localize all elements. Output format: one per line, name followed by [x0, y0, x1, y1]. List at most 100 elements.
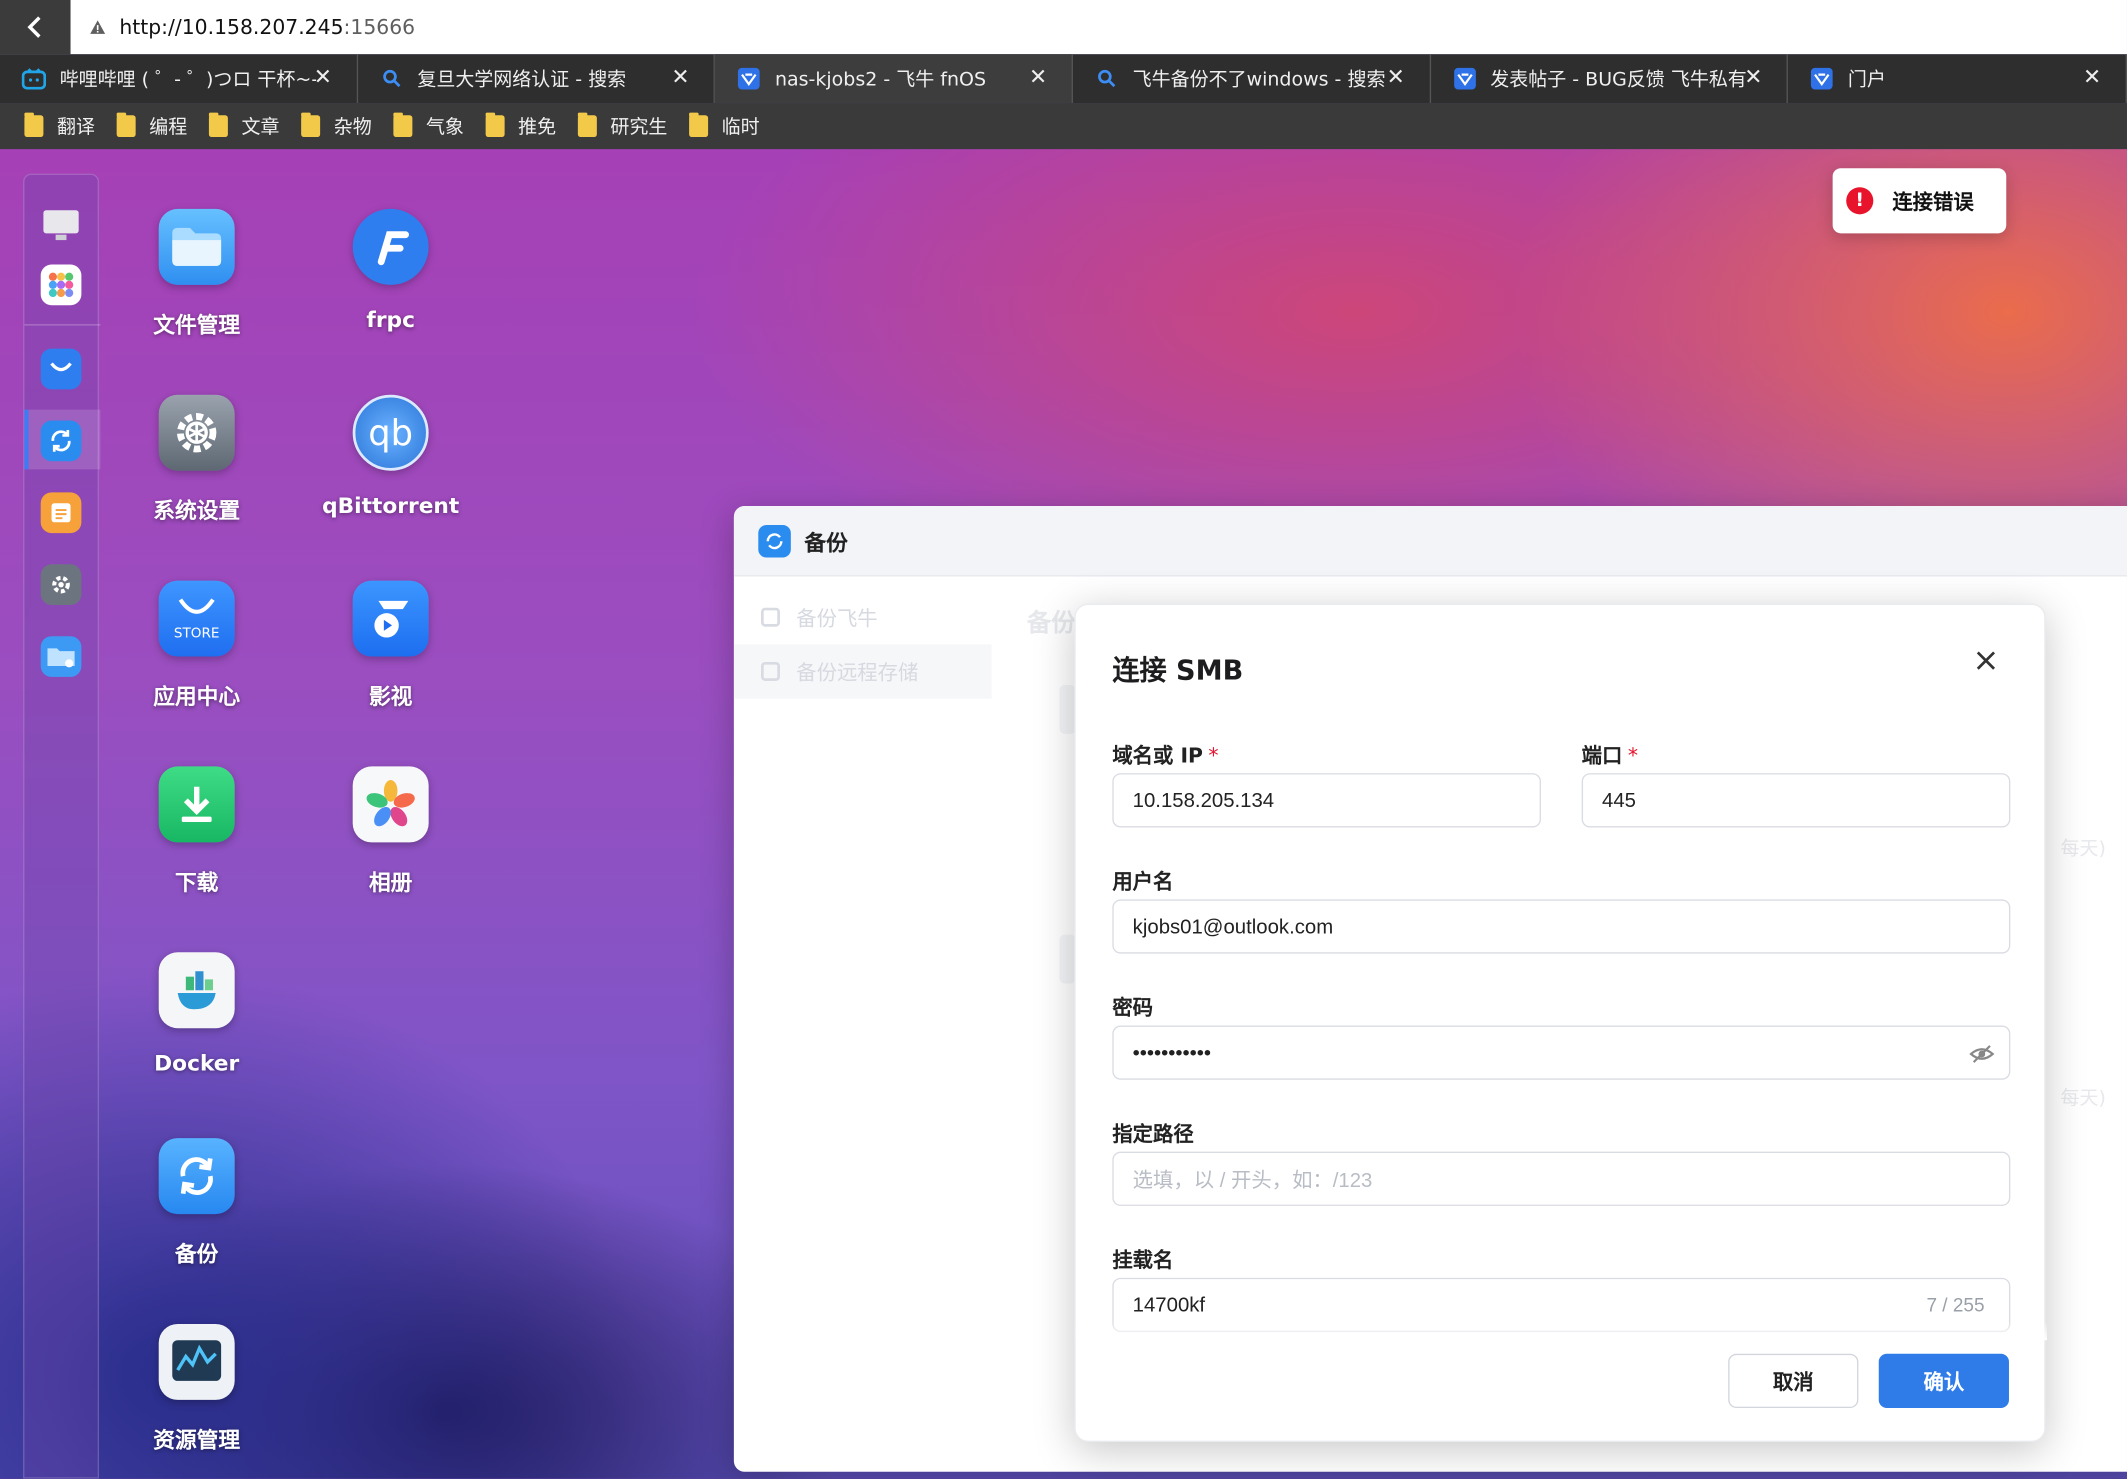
- required-mark: *: [1627, 743, 1638, 768]
- url-field[interactable]: http://10.158.207.245:15666: [119, 15, 415, 39]
- app-video[interactable]: 影视: [309, 580, 472, 711]
- tab-portal[interactable]: 门户 ✕: [1788, 54, 2127, 104]
- dock-notes-icon[interactable]: [40, 492, 82, 534]
- bookmark-folder[interactable]: 气象: [393, 112, 464, 140]
- tab-fnos[interactable]: nas-kjobs2 - 飞牛 fnOS ✕: [715, 54, 1073, 104]
- tab-backup-search[interactable]: 飞牛备份不了windows - 搜索 ✕: [1073, 54, 1431, 104]
- url-host: http://10.158.207.245: [119, 14, 344, 40]
- error-icon: !: [1846, 187, 1874, 215]
- bookmark-label: 编程: [149, 116, 188, 139]
- app-label: qBittorrent: [322, 492, 460, 519]
- folder-icon: [116, 112, 136, 138]
- tab-bilibili[interactable]: 哔哩哔哩 ( ゜- ゜)つロ 干杯~-b ✕: [0, 54, 358, 104]
- app-label: 相册: [368, 869, 413, 896]
- bookmark-folder[interactable]: 编程: [116, 112, 188, 140]
- bookmark-folder[interactable]: 杂物: [301, 112, 372, 140]
- path-input[interactable]: 选填，以 / 开头，如：/123: [1112, 1151, 2011, 1206]
- host-input[interactable]: 10.158.205.134: [1112, 773, 1541, 828]
- eye-off-icon[interactable]: [1968, 1040, 1995, 1067]
- password-input[interactable]: •••••••••••: [1112, 1025, 2011, 1080]
- path-label: 指定路径: [1112, 1121, 1194, 1147]
- bookmark-folder[interactable]: 文章: [208, 112, 279, 140]
- close-tab-icon[interactable]: ✕: [1744, 64, 1762, 89]
- close-tab-icon[interactable]: ✕: [1387, 64, 1405, 89]
- dock-backup-icon[interactable]: [40, 420, 82, 462]
- bookmark-label: 气象: [425, 116, 464, 139]
- content-placeholder: [1059, 934, 1076, 984]
- content-heading: 备份: [1026, 609, 1076, 638]
- bookmark-folder[interactable]: 研究生: [577, 112, 667, 140]
- gear-icon: [158, 394, 235, 471]
- dock-file-manager-icon[interactable]: [40, 636, 82, 677]
- fnos-icon: [737, 66, 761, 90]
- app-resource-monitor[interactable]: 资源管理: [115, 1323, 278, 1454]
- schedule-text: 每天): [2060, 838, 2106, 861]
- tab-title: 哔哩哔哩 ( ゜- ゜)つロ 干杯~-b: [59, 69, 316, 91]
- app-qbittorrent[interactable]: qb qBittorrent: [309, 394, 472, 519]
- bookmark-label: 翻译: [56, 116, 95, 139]
- app-docker[interactable]: Docker: [115, 952, 278, 1076]
- bookmark-folder[interactable]: 推免: [485, 112, 556, 140]
- app-system-settings[interactable]: 系统设置: [115, 394, 278, 525]
- svg-text:qb: qb: [368, 413, 413, 454]
- qbittorrent-icon: qb: [352, 394, 429, 471]
- app-label: 文件管理: [153, 311, 241, 338]
- bookmark-folder[interactable]: 临时: [689, 112, 760, 140]
- path-placeholder: 选填，以 / 开头，如：/123: [1132, 1168, 1373, 1192]
- tab-bug-report[interactable]: 发表帖子 - BUG反馈 飞牛私有 ✕: [1431, 54, 1789, 104]
- bilibili-icon: [21, 66, 47, 90]
- app-label: 系统设置: [153, 497, 241, 524]
- app-frpc[interactable]: frpc: [309, 208, 472, 333]
- sidebar-item-label: 备份飞牛: [796, 605, 878, 631]
- sidebar-item-backup-remote[interactable]: 备份远程存储: [733, 644, 992, 699]
- sidebar-item-backup-fnos[interactable]: 备份飞牛: [734, 590, 992, 644]
- app-file-manager[interactable]: 文件管理: [115, 208, 278, 339]
- app-backup[interactable]: 备份: [115, 1138, 278, 1268]
- cancel-button[interactable]: 取消: [1728, 1353, 1859, 1409]
- password-label: 密码: [1112, 995, 1154, 1021]
- folder-icon: [485, 112, 505, 138]
- app-photos[interactable]: 相册: [309, 766, 472, 896]
- tab-fudan-search[interactable]: 复旦大学网络认证 - 搜索 ✕: [358, 54, 716, 104]
- app-download[interactable]: 下载: [115, 766, 278, 896]
- dock-desktop-icon[interactable]: [41, 205, 82, 246]
- dock-separator: [24, 324, 101, 326]
- username-input[interactable]: kjobs01@outlook.com: [1112, 899, 2011, 954]
- not-secure-icon: [90, 20, 106, 34]
- window-sidebar: 备份飞牛 备份远程存储: [733, 577, 992, 1472]
- back-button[interactable]: [0, 0, 71, 55]
- dialog-title: 连接 SMB: [1112, 653, 1244, 687]
- folder-icon: [208, 112, 228, 138]
- port-input[interactable]: 445: [1581, 773, 2011, 828]
- dock-apps-grid-icon[interactable]: [40, 264, 82, 306]
- app-label: 影视: [368, 683, 413, 710]
- username-label: 用户名: [1112, 869, 1174, 894]
- bookmark-folder[interactable]: 翻译: [24, 112, 95, 140]
- tab-strip: 哔哩哔哩 ( ゜- ゜)つロ 干杯~-b ✕ 复旦大学网络认证 - 搜索 ✕ n…: [0, 54, 2127, 104]
- docker-icon: [158, 952, 235, 1029]
- window-header[interactable]: 备份: [733, 505, 2127, 577]
- app-label: 应用中心: [153, 683, 241, 710]
- bookmarks-bar: 翻译 编程 文章 杂物 气象 推免 研究生 临时: [0, 103, 2127, 150]
- app-store[interactable]: STORE 应用中心: [115, 580, 278, 711]
- folder-icon: [393, 112, 413, 138]
- close-tab-icon[interactable]: ✕: [671, 64, 689, 89]
- char-counter: 7 / 255: [1926, 1294, 1985, 1316]
- bookmark-label: 杂物: [333, 116, 372, 139]
- close-tab-icon[interactable]: ✕: [314, 64, 332, 89]
- tab-title: 发表帖子 - BUG反馈 飞牛私有: [1490, 69, 1747, 91]
- backup-icon: [158, 1138, 235, 1215]
- photos-icon: [352, 766, 429, 843]
- frpc-icon: [352, 208, 429, 285]
- dock-settings-icon[interactable]: [40, 564, 82, 605]
- confirm-button[interactable]: 确认: [1878, 1353, 2009, 1409]
- close-dialog-button[interactable]: [1971, 646, 2001, 676]
- content-placeholder: [1059, 685, 1076, 734]
- close-tab-icon[interactable]: ✕: [2083, 64, 2101, 89]
- sidebar-item-label: 备份远程存储: [796, 659, 919, 685]
- app-label: 资源管理: [153, 1427, 241, 1453]
- dock-store-icon[interactable]: [40, 348, 82, 390]
- fnos-icon: [1810, 66, 1834, 90]
- app-label: frpc: [366, 306, 415, 333]
- close-tab-icon[interactable]: ✕: [1029, 64, 1047, 89]
